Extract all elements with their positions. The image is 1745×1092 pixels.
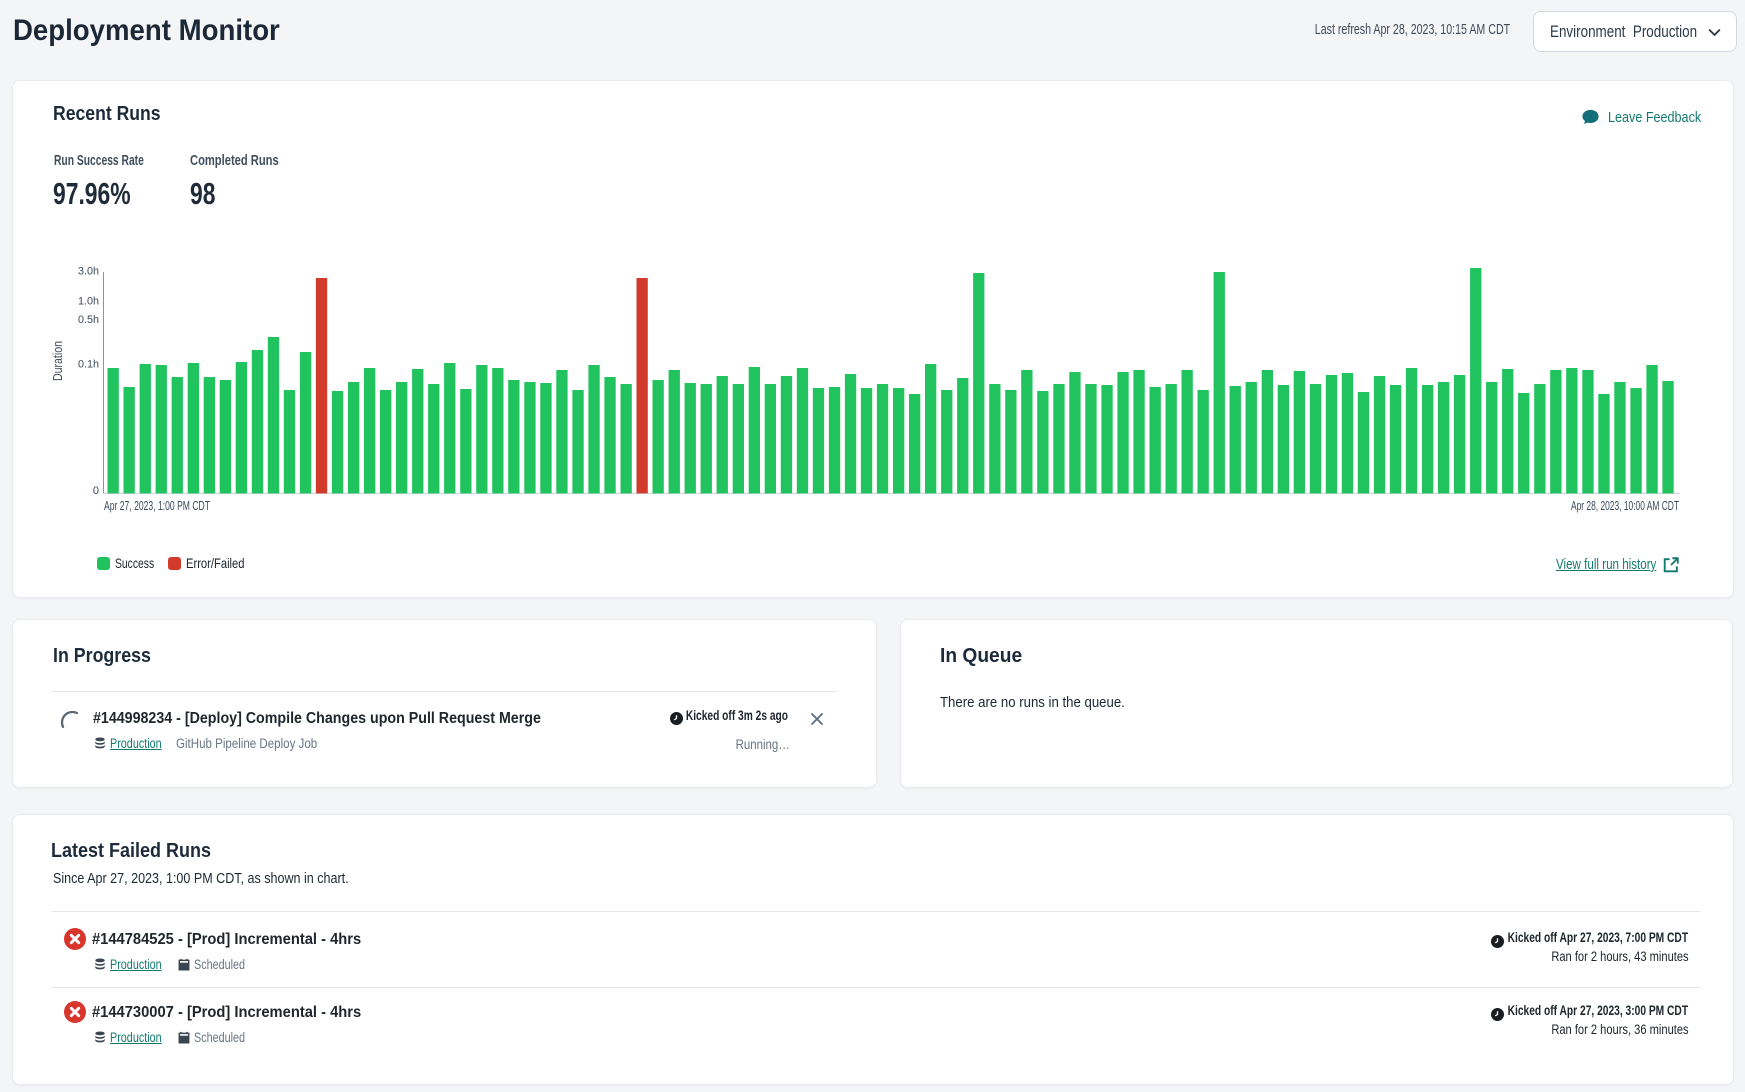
svg-text:0.5h: 0.5h [78, 314, 99, 326]
svg-text:3.0h: 3.0h [78, 266, 99, 278]
svg-text:Duration: Duration [51, 341, 65, 381]
svg-text:Apr 28, 2023, 10:00 AM CDT: Apr 28, 2023, 10:00 AM CDT [1571, 499, 1679, 513]
svg-text:0.1h: 0.1h [78, 359, 99, 371]
svg-text:1.0h: 1.0h [78, 296, 99, 308]
svg-text:Apr 27, 2023, 1:00 PM CDT: Apr 27, 2023, 1:00 PM CDT [104, 499, 210, 513]
svg-text:0: 0 [93, 485, 99, 497]
